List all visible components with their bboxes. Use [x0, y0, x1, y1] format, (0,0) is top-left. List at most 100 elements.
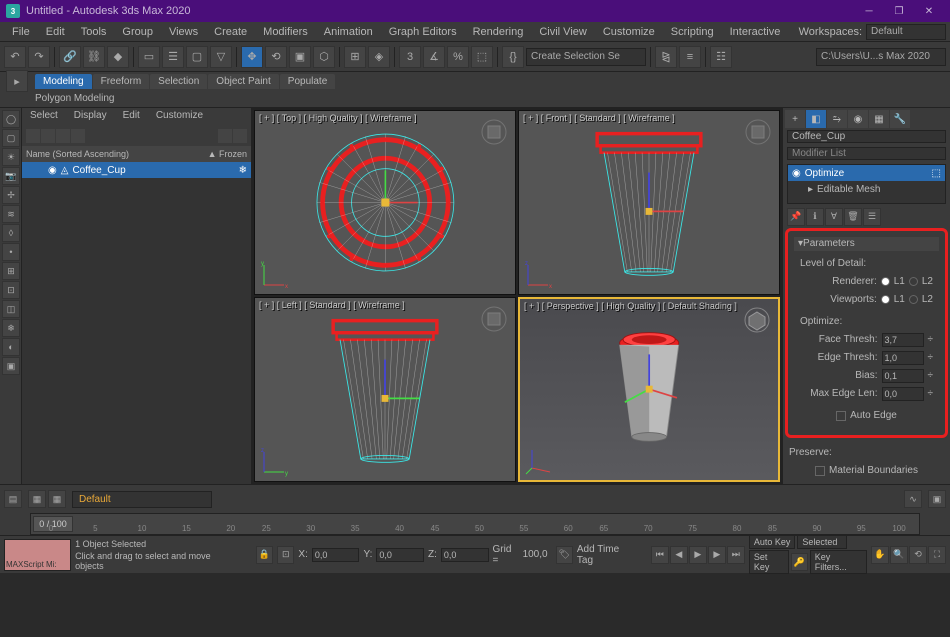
viewcube-icon[interactable]	[742, 305, 772, 335]
freeze-icon[interactable]: ❄	[239, 165, 247, 176]
ltool-space-warp-icon[interactable]: ≋	[2, 205, 20, 223]
cp-tab-hierarchy[interactable]: ⥲	[827, 110, 847, 128]
viewport-top[interactable]: [ + ] [ Top ] [ High Quality ] [ Wirefra…	[254, 110, 516, 295]
layer1-icon[interactable]: ▦	[28, 490, 46, 508]
ribbon-populate[interactable]: Populate	[280, 74, 335, 89]
ltool-helper-icon[interactable]: ✢	[2, 186, 20, 204]
bias-spinner[interactable]: 0,1	[882, 369, 924, 383]
setkey-button[interactable]: Set Key	[749, 550, 789, 574]
cp-tab-utilities[interactable]: 🔧	[890, 110, 910, 128]
se-search-icon[interactable]	[26, 129, 40, 143]
time-tag-icon[interactable]: 🏷	[556, 546, 573, 564]
auto-edge-checkbox[interactable]	[836, 411, 846, 421]
viewcube-icon[interactable]	[743, 117, 773, 147]
make-unique-icon[interactable]: ∀	[825, 208, 843, 226]
vp-persp-label[interactable]: [ + ] [ Perspective ] [ High Quality ] […	[524, 301, 737, 311]
ltool-sphere-icon[interactable]: ◯	[2, 110, 20, 128]
ribbon-object-paint[interactable]: Object Paint	[208, 74, 278, 89]
viewport-front[interactable]: [ + ] [ Front ] [ Standard ] [ Wireframe…	[518, 110, 780, 295]
cp-tab-create[interactable]: +	[785, 110, 805, 128]
maxscript-listener[interactable]: MAXScript Mi:	[4, 539, 71, 571]
menu-graph-editors[interactable]: Graph Editors	[381, 24, 465, 40]
minimize-button[interactable]: ─	[854, 1, 884, 21]
x-coord-field[interactable]: 0,0	[312, 548, 360, 562]
placement-button[interactable]: ⬡	[313, 46, 335, 68]
track-curve-icon[interactable]: ∿	[904, 490, 922, 508]
ribbon-min-button[interactable]: ▸	[6, 70, 28, 92]
ltool-container-icon[interactable]: ◫	[2, 300, 20, 318]
selection-set-dropdown[interactable]: Create Selection Se	[526, 48, 646, 66]
goto-end-icon[interactable]: ⏭	[727, 546, 745, 564]
se-filter-icon[interactable]	[41, 129, 55, 143]
cp-tab-motion[interactable]: ◉	[848, 110, 868, 128]
menu-tools[interactable]: Tools	[73, 24, 115, 40]
rollout-parameters[interactable]: ▾ Parameters	[794, 237, 939, 251]
stack-toggle-icon[interactable]: ⬚	[932, 168, 941, 179]
viewports-l1-radio[interactable]	[881, 295, 890, 304]
selection-set-button[interactable]: {}	[502, 46, 524, 68]
eye-icon[interactable]: ◉	[792, 168, 801, 179]
timeline[interactable]: 0 / 100 0 5 10 15 20 25 30 35 40 45 50 5…	[30, 513, 920, 535]
menu-customize[interactable]: Customize	[595, 24, 663, 40]
ltool-hidden-icon[interactable]: ◐	[2, 338, 20, 356]
layer-default[interactable]: Default	[72, 491, 212, 508]
vp-nav-orbit-icon[interactable]: ⟲	[909, 546, 927, 564]
mirror-button[interactable]: ⧎	[655, 46, 677, 68]
goto-start-icon[interactable]: ⏮	[651, 546, 669, 564]
stack-editable-mesh[interactable]: ▸ Editable Mesh	[788, 181, 945, 197]
rotate-button[interactable]: ⟲	[265, 46, 287, 68]
ltool-ext-icon[interactable]: ▣	[2, 357, 20, 375]
add-time-tag[interactable]: Add Time Tag	[577, 544, 635, 566]
pivot-button[interactable]: ◈	[368, 46, 390, 68]
ribbon-modeling[interactable]: Modeling	[35, 74, 92, 89]
viewports-l2-radio[interactable]	[909, 295, 918, 304]
remove-mod-icon[interactable]: 🗑	[844, 208, 862, 226]
maximize-button[interactable]: ❐	[884, 1, 914, 21]
trackbar-toggle-icon[interactable]: ▤	[4, 490, 22, 508]
se-tab-edit[interactable]: Edit	[115, 108, 148, 126]
bind-button[interactable]: ◆	[107, 46, 129, 68]
link-button[interactable]: 🔗	[59, 46, 81, 68]
menu-views[interactable]: Views	[161, 24, 206, 40]
vp-top-label[interactable]: [ + ] [ Top ] [ High Quality ] [ Wirefra…	[259, 113, 417, 123]
move-button[interactable]: ✥	[241, 46, 263, 68]
isolate-icon[interactable]: ⊡	[277, 546, 294, 564]
angle-snap-button[interactable]: ∡	[423, 46, 445, 68]
coord-sys-button[interactable]: ⊞	[344, 46, 366, 68]
se-column-header[interactable]: Name (Sorted Ascending) ▲ Frozen	[22, 146, 251, 162]
undo-button[interactable]: ↶	[4, 46, 26, 68]
config-icon[interactable]: ☰	[863, 208, 881, 226]
ltool-light-icon[interactable]: ☀	[2, 148, 20, 166]
se-menu-icon[interactable]	[233, 129, 247, 143]
align-button[interactable]: ≡	[679, 46, 701, 68]
keymode-dropdown[interactable]: Selected	[797, 535, 847, 549]
ribbon-freeform[interactable]: Freeform	[93, 74, 150, 89]
se-tab-display[interactable]: Display	[66, 108, 115, 126]
layer2-icon[interactable]: ▦	[48, 490, 66, 508]
eye-icon[interactable]: ◉	[48, 165, 57, 176]
cp-tab-modify[interactable]: ◧	[806, 110, 826, 128]
vp-front-label[interactable]: [ + ] [ Front ] [ Standard ] [ Wireframe…	[523, 113, 675, 123]
menu-edit[interactable]: Edit	[38, 24, 73, 40]
ltool-xref-icon[interactable]: ⊡	[2, 281, 20, 299]
lock-selection-icon[interactable]: 🔒	[256, 546, 273, 564]
stack-optimize[interactable]: ◉ Optimize ⬚	[788, 165, 945, 181]
keyfilters-button[interactable]: Key Filters...	[810, 550, 867, 574]
object-name-field[interactable]: Coffee_Cup	[787, 130, 946, 143]
ltool-group-icon[interactable]: ⊞	[2, 262, 20, 280]
workspace-dropdown[interactable]	[866, 24, 946, 40]
menu-interactive[interactable]: Interactive	[722, 24, 789, 40]
viewport-perspective[interactable]: [ + ] [ Perspective ] [ High Quality ] […	[518, 297, 780, 482]
show-end-icon[interactable]: ℹ	[806, 208, 824, 226]
autokey-button[interactable]: Auto Key	[749, 535, 796, 549]
menu-civil-view[interactable]: Civil View	[531, 24, 594, 40]
select-button[interactable]: ▭	[138, 46, 160, 68]
menu-create[interactable]: Create	[206, 24, 255, 40]
renderer-l2-radio[interactable]	[909, 277, 918, 286]
viewcube-icon[interactable]	[479, 117, 509, 147]
y-coord-field[interactable]: 0,0	[376, 548, 424, 562]
vp-left-label[interactable]: [ + ] [ Left ] [ Standard ] [ Wireframe …	[259, 300, 405, 310]
z-coord-field[interactable]: 0,0	[441, 548, 489, 562]
ltool-pt-icon[interactable]: •	[2, 243, 20, 261]
snap-button[interactable]: 3	[399, 46, 421, 68]
